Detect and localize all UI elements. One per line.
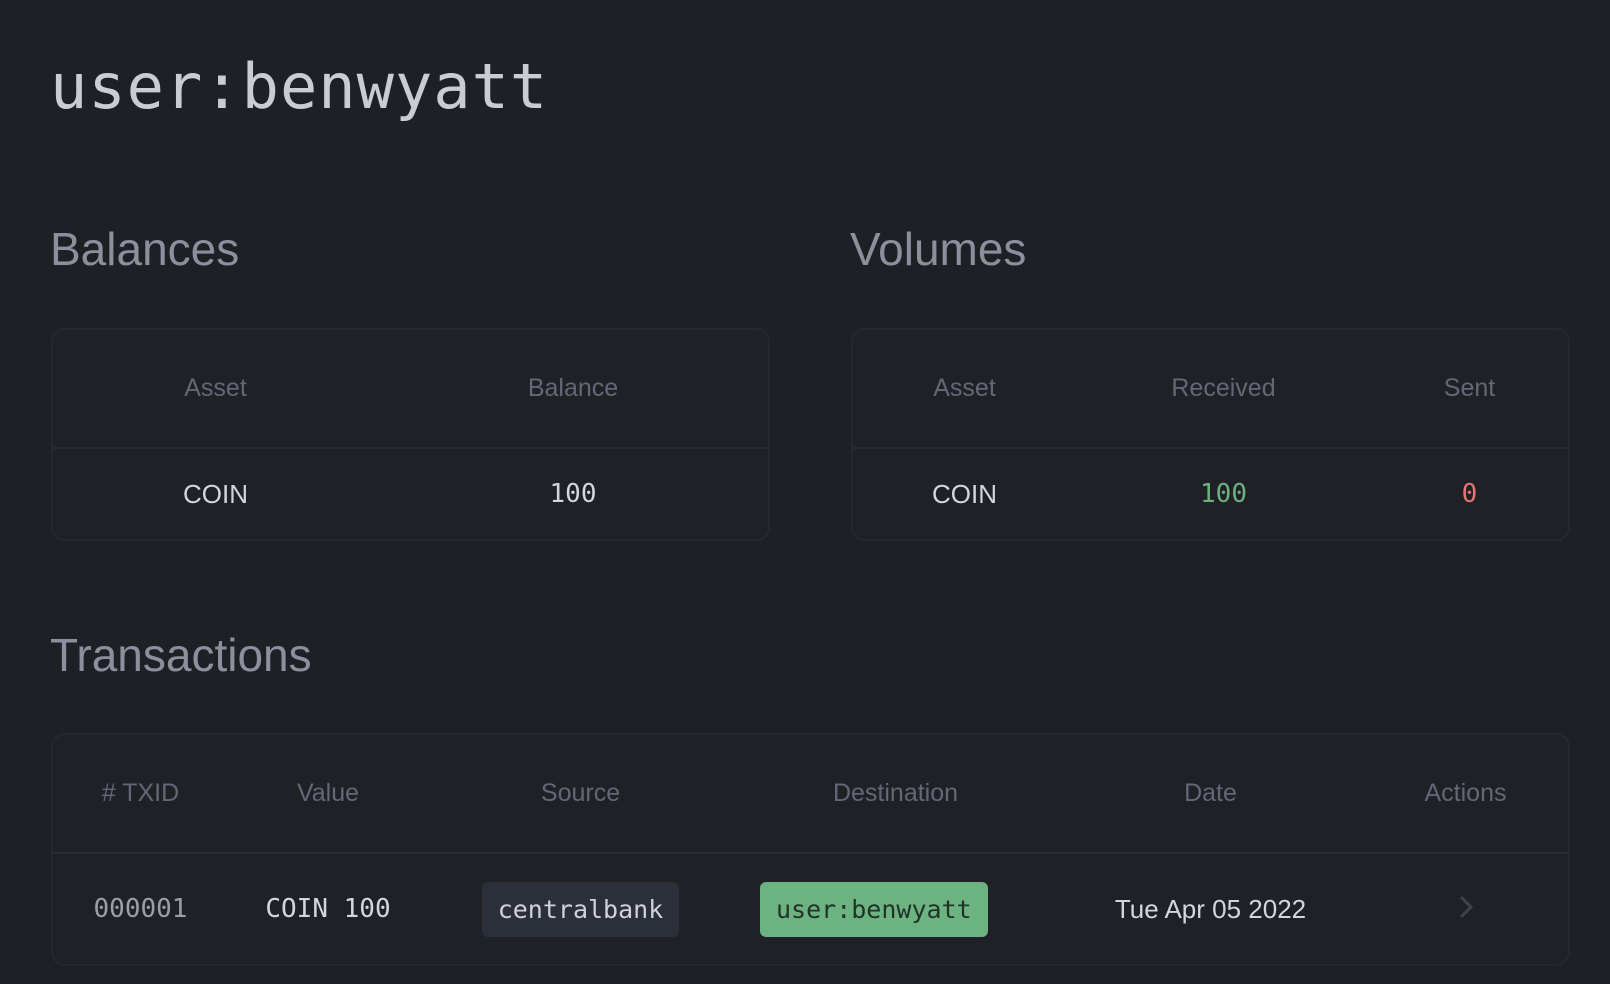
balances-table: Asset Balance COIN 100 xyxy=(51,328,770,541)
transactions-table: # TXID Value Source Destination Date Act… xyxy=(51,733,1570,966)
column-header-value: Value xyxy=(296,779,360,807)
source-account-tag[interactable]: centralbank xyxy=(481,881,680,937)
sent-cell: 0 xyxy=(1461,479,1478,509)
source-cell: centralbank xyxy=(428,881,733,937)
chevron-right-icon[interactable] xyxy=(1454,889,1478,925)
column-header-source: Source xyxy=(540,779,621,807)
txid-cell: 000001 xyxy=(93,894,188,924)
volumes-table: Asset Received Sent COIN 100 0 xyxy=(851,328,1570,541)
destination-account-tag[interactable]: user:benwyatt xyxy=(760,881,988,937)
received-cell: 100 xyxy=(1200,479,1247,509)
column-header-balance: Balance xyxy=(527,374,619,402)
column-header-asset: Asset xyxy=(933,374,996,402)
balance-cell: 100 xyxy=(549,479,597,509)
column-header-actions: Actions xyxy=(1424,779,1507,807)
table-row[interactable]: 000001 COIN 100 centralbank user:benwyat… xyxy=(53,854,1568,964)
column-header-destination: Destination xyxy=(832,779,959,807)
table-header-row: Asset Received Sent xyxy=(853,330,1568,449)
table-header-row: Asset Balance xyxy=(53,330,768,449)
date-cell: Tue Apr 05 2022 xyxy=(1114,893,1307,924)
column-header-txid: # TXID xyxy=(101,779,180,807)
column-header-date: Date xyxy=(1184,779,1237,807)
actions-cell xyxy=(1363,889,1568,930)
transactions-heading: Transactions xyxy=(50,629,312,681)
table-row: COIN 100 xyxy=(53,449,768,539)
value-cell: COIN 100 xyxy=(265,894,391,924)
table-header-row: # TXID Value Source Destination Date Act… xyxy=(53,735,1568,854)
column-header-received: Received xyxy=(1171,374,1276,402)
column-header-sent: Sent xyxy=(1443,374,1496,402)
balances-heading: Balances xyxy=(50,223,240,275)
table-row: COIN 100 0 xyxy=(853,449,1568,539)
asset-cell: COIN xyxy=(183,478,248,509)
destination-cell: user:benwyatt xyxy=(733,881,1058,937)
column-header-asset: Asset xyxy=(184,374,247,402)
volumes-heading: Volumes xyxy=(850,223,1027,275)
asset-cell: COIN xyxy=(932,478,997,509)
page-title: user:benwyatt xyxy=(50,50,549,123)
